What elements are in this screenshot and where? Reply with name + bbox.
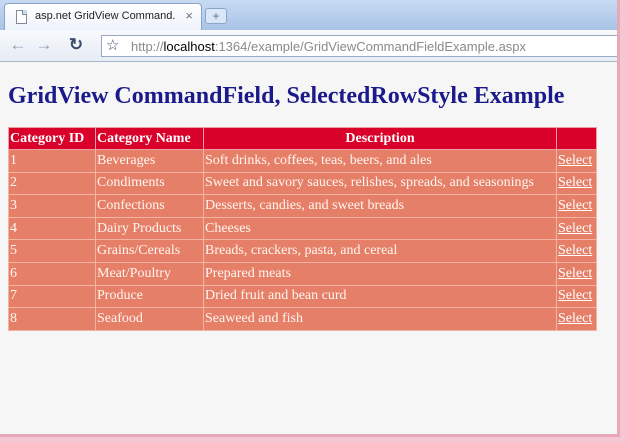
header-category-name: Category Name — [95, 127, 204, 150]
back-arrow-icon[interactable]: ← — [8, 35, 28, 55]
cell-description: Cheeses — [203, 216, 557, 241]
cell-description: Sweet and savory sauces, relishes, sprea… — [203, 171, 557, 196]
table-row: 7 Produce Dried fruit and bean curd Sele… — [8, 284, 597, 309]
cell-description: Dried fruit and bean curd — [203, 284, 557, 309]
new-tab-button[interactable]: + — [205, 8, 227, 24]
cell-category-id: 8 — [8, 307, 96, 331]
select-cell: Select — [556, 239, 597, 263]
cell-category-name: Meat/Poultry — [95, 261, 204, 286]
browser-tab[interactable]: asp.net GridView Command... × — [4, 3, 202, 30]
cell-description: Seaweed and fish — [203, 307, 557, 331]
select-cell: Select — [556, 284, 597, 309]
cell-category-id: 5 — [8, 239, 96, 263]
page-content: GridView CommandField, SelectedRowStyle … — [0, 63, 617, 434]
cell-description: Breads, crackers, pasta, and cereal — [203, 239, 557, 263]
cell-description: Prepared meats — [203, 261, 557, 286]
table-row: 8 Seafood Seaweed and fish Select — [8, 307, 597, 331]
table-row: 6 Meat/Poultry Prepared meats Select — [8, 261, 597, 286]
url-text: http://localhost:1364/example/GridViewCo… — [131, 39, 526, 54]
category-grid: Category ID Category Name Description 1 … — [8, 127, 597, 331]
select-cell: Select — [556, 171, 597, 196]
cell-category-id: 2 — [8, 171, 96, 196]
bookmark-star-icon[interactable]: ☆ — [106, 36, 119, 56]
cell-category-name: Dairy Products — [95, 216, 204, 241]
cell-description: Desserts, candies, and sweet breads — [203, 194, 557, 218]
tab-title: asp.net GridView Command... — [35, 10, 175, 22]
browser-window: asp.net GridView Command... × + ← → ↻ ☆ … — [0, 0, 620, 437]
select-link[interactable]: Select — [558, 221, 592, 236]
browser-toolbar: ← → ↻ ☆ http://localhost:1364/example/Gr… — [0, 30, 617, 62]
table-row: 3 Confections Desserts, candies, and swe… — [8, 194, 597, 218]
cell-category-name: Condiments — [95, 171, 204, 196]
cell-category-id: 3 — [8, 194, 96, 218]
select-cell: Select — [556, 149, 597, 173]
select-link[interactable]: Select — [558, 311, 592, 326]
select-cell: Select — [556, 194, 597, 218]
close-tab-icon[interactable]: × — [185, 8, 193, 23]
select-link[interactable]: Select — [558, 198, 592, 213]
select-link[interactable]: Select — [558, 153, 592, 168]
select-cell: Select — [556, 216, 597, 241]
select-link[interactable]: Select — [558, 266, 592, 281]
cell-category-name: Seafood — [95, 307, 204, 331]
select-cell: Select — [556, 261, 597, 286]
url-host: localhost — [163, 39, 215, 54]
header-select — [556, 127, 597, 150]
cell-category-id: 7 — [8, 284, 96, 309]
cell-category-id: 4 — [8, 216, 96, 241]
table-row: 5 Grains/Cereals Breads, crackers, pasta… — [8, 239, 597, 263]
table-row: 4 Dairy Products Cheeses Select — [8, 216, 597, 241]
page-title: GridView CommandField, SelectedRowStyle … — [8, 83, 565, 109]
table-row: 1 Beverages Soft drinks, coffees, teas, … — [8, 149, 597, 173]
reload-icon[interactable]: ↻ — [66, 35, 86, 55]
cell-description: Soft drinks, coffees, teas, beers, and a… — [203, 149, 557, 173]
page-icon — [16, 10, 27, 24]
tab-strip: asp.net GridView Command... × + — [0, 0, 617, 30]
cell-category-id: 6 — [8, 261, 96, 286]
cell-category-name: Produce — [95, 284, 204, 309]
address-bar[interactable]: ☆ http://localhost:1364/example/GridView… — [101, 35, 617, 57]
select-cell: Select — [556, 307, 597, 331]
url-prefix: http:// — [131, 39, 164, 54]
forward-arrow-icon[interactable]: → — [34, 35, 54, 55]
cell-category-id: 1 — [8, 149, 96, 173]
select-link[interactable]: Select — [558, 288, 592, 303]
cell-category-name: Grains/Cereals — [95, 239, 204, 263]
select-link[interactable]: Select — [558, 175, 592, 190]
header-description: Description — [203, 127, 557, 150]
select-link[interactable]: Select — [558, 243, 592, 258]
url-path: :1364/example/GridViewCommandFieldExampl… — [214, 39, 527, 54]
header-category-id: Category ID — [8, 127, 96, 150]
grid-header-row: Category ID Category Name Description — [8, 127, 597, 150]
cell-category-name: Confections — [95, 194, 204, 218]
cell-category-name: Beverages — [95, 149, 204, 173]
table-row: 2 Condiments Sweet and savory sauces, re… — [8, 171, 597, 196]
